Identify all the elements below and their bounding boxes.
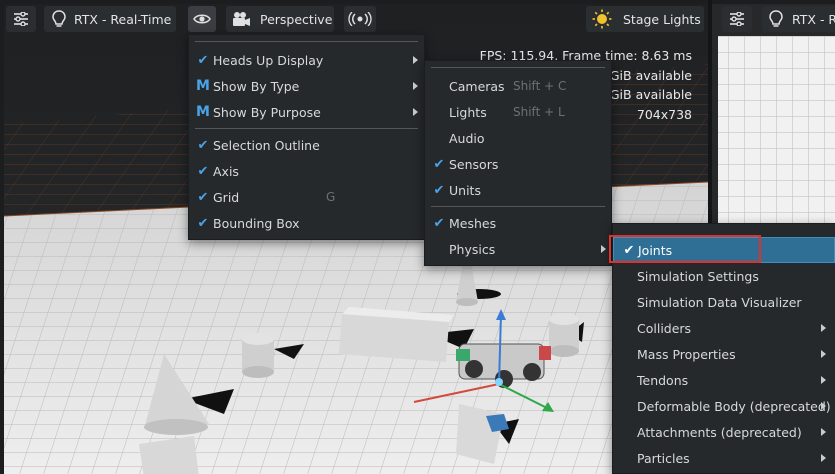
chevron-right-icon [821, 324, 826, 332]
sliders-icon [729, 12, 745, 26]
menu-item-audio[interactable]: Audio [425, 125, 611, 151]
shortcut-label: Shift + L [513, 105, 565, 119]
menu-item-units[interactable]: ✔ Units [425, 177, 611, 203]
mixed-state-icon: M [196, 104, 210, 120]
chevron-right-icon [821, 428, 826, 436]
check-icon: ✔ [197, 189, 209, 205]
menu-separator [431, 67, 605, 68]
memory-readout-1: 4 GiB available [597, 68, 692, 83]
chevron-right-icon [821, 376, 826, 384]
menu-item-physics[interactable]: Physics [425, 236, 611, 262]
menu-item-attachments[interactable]: Attachments (deprecated) [613, 419, 835, 445]
chevron-right-icon [413, 56, 418, 64]
chevron-right-icon [821, 402, 826, 410]
check-icon: ✔ [197, 137, 209, 153]
sun-icon [592, 9, 612, 29]
visibility-menu: ✔ Heads Up Display M Show By Type M Show… [188, 34, 425, 240]
menu-item-show-by-purpose[interactable]: M Show By Purpose [189, 99, 424, 125]
menu-item-simulation-settings[interactable]: Simulation Settings [613, 263, 835, 289]
menu-item-grid[interactable]: ✔ Grid G [189, 184, 424, 210]
eye-icon [193, 13, 211, 25]
side-render-mode-button[interactable]: RTX - R [762, 6, 835, 32]
chevron-right-icon [601, 245, 606, 253]
mixed-state-icon: M [196, 78, 210, 94]
camera-button[interactable]: Perspective [226, 6, 334, 32]
check-icon: ✔ [197, 215, 209, 231]
side-render-mode-label: RTX - R [792, 11, 835, 27]
menu-item-bounding-box[interactable]: ✔ Bounding Box [189, 210, 424, 236]
menu-item-sensors[interactable]: ✔ Sensors [425, 151, 611, 177]
menu-item-colliders[interactable]: Colliders [613, 315, 835, 341]
camera-label: Perspective [260, 11, 333, 27]
check-icon: ✔ [433, 182, 445, 198]
check-icon: ✔ [197, 52, 209, 68]
check-icon: ✔ [433, 215, 445, 231]
stage-lights-button[interactable]: Stage Lights [586, 6, 704, 32]
menu-item-cameras[interactable]: Cameras Shift + C [425, 73, 611, 99]
menu-item-lights[interactable]: Lights Shift + L [425, 99, 611, 125]
menu-separator [195, 41, 418, 42]
menu-item-particles[interactable]: Particles [613, 445, 835, 471]
sliders-icon [13, 12, 29, 26]
chevron-right-icon [821, 454, 826, 462]
broadcast-icon [348, 12, 372, 26]
menu-item-meshes[interactable]: ✔ Meshes [425, 210, 611, 236]
highlight-outline [609, 235, 761, 263]
camera-icon [231, 11, 251, 27]
menu-item-deformable-body[interactable]: Deformable Body (deprecated) [613, 393, 835, 419]
menu-item-tendons[interactable]: Tendons [613, 367, 835, 393]
menu-item-show-by-type[interactable]: M Show By Type [189, 73, 424, 99]
visibility-button[interactable] [188, 6, 216, 32]
shortcut-label: Shift + C [513, 79, 567, 93]
render-mode-label: RTX - Real-Time [74, 11, 172, 27]
shortcut-label: G [326, 190, 336, 204]
check-icon: ✔ [433, 156, 445, 172]
menu-separator [431, 206, 605, 207]
menu-item-selection-outline[interactable]: ✔ Selection Outline [189, 132, 424, 158]
menu-item-simulation-data-visualizer[interactable]: Simulation Data Visualizer [613, 289, 835, 315]
render-mode-button[interactable]: RTX - Real-Time [44, 6, 176, 32]
settings-button[interactable] [6, 6, 36, 32]
check-icon: ✔ [197, 163, 209, 179]
show-by-type-menu: Cameras Shift + C Lights Shift + L Audio… [424, 60, 612, 266]
stage-lights-label: Stage Lights [623, 11, 701, 27]
menu-separator [195, 128, 418, 129]
side-settings-button[interactable] [722, 6, 752, 32]
audio-button[interactable] [344, 6, 376, 32]
menu-item-mass-properties[interactable]: Mass Properties [613, 341, 835, 367]
menu-item-heads-up-display[interactable]: ✔ Heads Up Display [189, 47, 424, 73]
chevron-right-icon [413, 108, 418, 116]
chevron-right-icon [821, 350, 826, 358]
lightbulb-icon [769, 10, 783, 28]
lightbulb-icon [52, 10, 66, 28]
memory-readout-2: 5 GiB available [597, 87, 692, 102]
menu-item-axis[interactable]: ✔ Axis [189, 158, 424, 184]
chevron-right-icon [413, 82, 418, 90]
resolution-readout: 704x738 [636, 107, 692, 122]
